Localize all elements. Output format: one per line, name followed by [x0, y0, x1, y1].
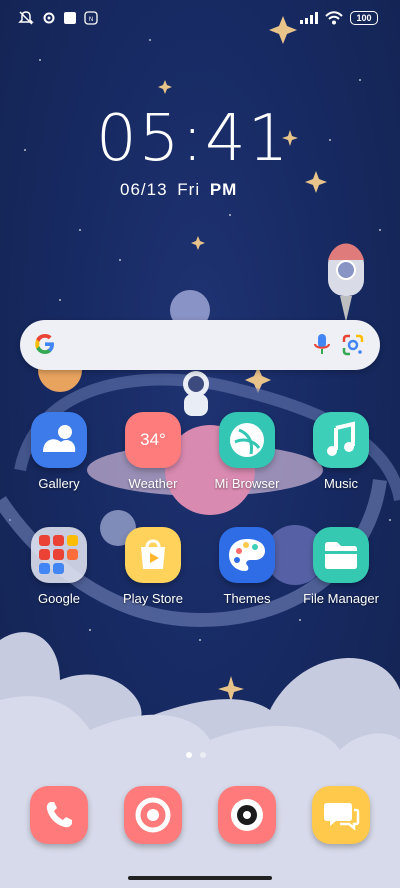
- dock-messages[interactable]: [296, 786, 386, 844]
- weather-temp: 34°: [140, 430, 166, 449]
- clock-date: 06/13: [120, 180, 168, 199]
- music-icon: [313, 412, 369, 468]
- app-google-folder[interactable]: Google: [14, 527, 104, 606]
- app-file-manager[interactable]: File Manager: [296, 527, 386, 606]
- gallery-icon: [31, 412, 87, 468]
- app-label: Mi Browser: [214, 476, 280, 491]
- page-indicator: [186, 752, 206, 758]
- folder-icon: [313, 527, 369, 583]
- mic-icon[interactable]: [312, 332, 332, 358]
- home-screen: N 100 05:41 06/13 Fri PM Gallery 34° Wea…: [0, 0, 400, 888]
- app-label: Google: [38, 591, 80, 606]
- app-label: Gallery: [38, 476, 80, 491]
- weather-icon: 34°: [125, 412, 181, 468]
- page-dot: [200, 752, 206, 758]
- browser-icon: [219, 412, 275, 468]
- clock-day: Fri: [177, 180, 201, 199]
- clock-time[interactable]: 05:41: [96, 102, 288, 176]
- phone-icon: [30, 786, 88, 844]
- svg-text:N: N: [89, 17, 93, 23]
- app-music[interactable]: Music: [296, 412, 386, 491]
- chrome-icon: [124, 786, 182, 844]
- settings-icon: [43, 12, 55, 24]
- app-label: Play Store: [123, 591, 183, 606]
- app-label: Weather: [128, 476, 178, 491]
- dock-phone[interactable]: [14, 786, 104, 844]
- app-themes[interactable]: Themes: [202, 527, 292, 606]
- gesture-bar[interactable]: [128, 876, 272, 880]
- app-mi-browser[interactable]: Mi Browser: [202, 412, 292, 491]
- app-label: Music: [324, 476, 358, 491]
- app-gallery[interactable]: Gallery: [14, 412, 104, 491]
- app-label: File Manager: [303, 591, 379, 606]
- page-dot-active: [186, 752, 192, 758]
- battery-indicator: 100: [350, 11, 378, 25]
- camera-icon: [218, 786, 276, 844]
- play-store-icon: [125, 527, 181, 583]
- app-play-store[interactable]: Play Store: [108, 527, 198, 606]
- nfc-icon: N: [84, 11, 98, 25]
- signal-icon: [300, 12, 318, 24]
- wifi-icon: [325, 11, 343, 25]
- clock-date-row[interactable]: 06/13 Fri PM: [120, 180, 241, 200]
- dock-camera[interactable]: [202, 786, 292, 844]
- themes-icon: [219, 527, 275, 583]
- dock-chrome[interactable]: [108, 786, 198, 844]
- app-weather[interactable]: 34° Weather: [108, 412, 198, 491]
- notifications-off-icon: [18, 11, 34, 25]
- status-bar: N 100: [0, 0, 400, 40]
- google-folder-icon: [31, 527, 87, 583]
- google-search-bar[interactable]: [20, 320, 380, 370]
- google-lens-icon[interactable]: [340, 332, 366, 358]
- clock-ampm: PM: [209, 180, 238, 199]
- square-icon: [64, 12, 76, 24]
- app-label: Themes: [223, 591, 271, 606]
- messages-icon: [312, 786, 370, 844]
- google-icon: [35, 334, 54, 354]
